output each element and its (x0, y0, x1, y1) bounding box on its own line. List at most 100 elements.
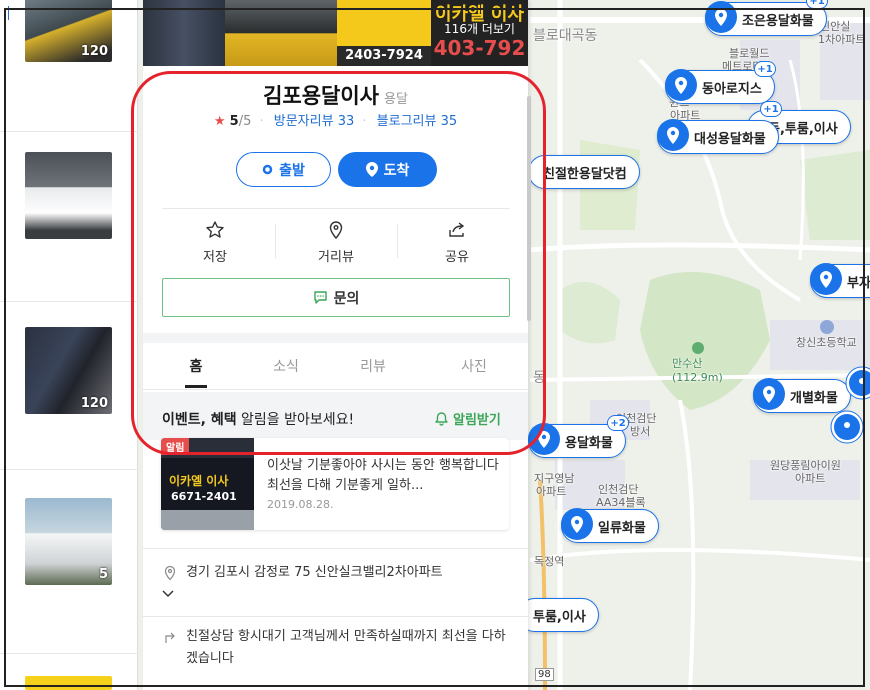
arrive-label: 도착 (383, 162, 410, 179)
visitor-review-link[interactable]: 방문자리뷰 33 (274, 114, 354, 129)
map-pin[interactable]: 부자 (810, 263, 870, 298)
map-pin[interactable]: 개별화물 (753, 378, 851, 413)
bell-icon (435, 412, 448, 426)
news-date: 2019.08.28. (267, 498, 334, 511)
divider (162, 208, 510, 209)
tab-news[interactable]: 소식 (241, 356, 331, 376)
list-item[interactable] (0, 132, 138, 302)
map-pin-label: 대성용달화물 (694, 131, 766, 147)
depart-label: 출발 (279, 162, 305, 179)
list-item[interactable]: 120 (0, 0, 138, 132)
divider (143, 548, 528, 549)
address-row[interactable]: 경기 김포시 감정로 75 신안실크밸리2차아파트 (162, 562, 506, 606)
location-pin-icon (753, 378, 785, 410)
location-pin-icon (705, 1, 737, 33)
description-row: 친절상담 항시대기 고객님께서 만족하실때까지 최선을 다하겠습니다 (162, 626, 506, 670)
tab-reviews[interactable]: 리뷰 (328, 356, 418, 376)
map-pin[interactable]: 조은용달화물 +1 (705, 0, 828, 36)
section-gap (143, 333, 528, 343)
location-pin-icon[interactable] (845, 366, 870, 404)
location-pin-icon (665, 69, 697, 101)
location-outline-icon (329, 221, 343, 240)
news-card[interactable]: 이카엘 이사 6671-2401 알림 이삿날 기분좋아야 사시는 동안 행복합… (161, 438, 509, 530)
map-pin[interactable]: 친절한용달닷컴 (528, 155, 640, 189)
address-text: 경기 김포시 감정로 75 신안실크밸리2차아파트 (186, 565, 443, 580)
alert-text-bold: 이벤트, 혜택 (162, 412, 237, 428)
subscribe-alert-label: 알림받기 (453, 413, 501, 428)
map-label-office: 방서 (630, 425, 651, 438)
location-pin-icon (657, 119, 689, 151)
list-item-thumbnail[interactable]: 120 (25, 0, 112, 62)
tab-photos[interactable]: 사진 (429, 356, 519, 376)
list-item-thumbnail[interactable]: 120 (25, 327, 112, 414)
location-pin-icon[interactable] (830, 410, 864, 448)
list-item-thumbnail[interactable] (25, 676, 112, 690)
photo-phone: 2403-7924 (337, 46, 431, 66)
list-item[interactable] (0, 654, 138, 690)
street-view-button[interactable]: 거리뷰 (286, 220, 386, 265)
blog-review-link[interactable]: 블로그리뷰 35 (377, 114, 457, 129)
truck-phone: 6671-2401 (171, 490, 237, 503)
separator-dot: · (259, 114, 264, 129)
panel-scrollbar[interactable] (527, 96, 531, 321)
save-button[interactable]: 저장 (165, 220, 265, 265)
location-pin-icon (528, 423, 560, 455)
star-outline-icon (206, 221, 224, 238)
photo[interactable]: 2403-7924 (337, 0, 431, 66)
share-button[interactable]: 공유 (407, 220, 507, 265)
map-label-office: AA34블록 (596, 496, 646, 509)
arrive-button[interactable]: 도착 (338, 152, 437, 187)
photo-count: 120 (80, 396, 108, 411)
chevron-down-icon[interactable] (162, 590, 174, 598)
map-pin[interactable]: 일류화물 (561, 508, 659, 543)
photo-count: 120 (80, 44, 108, 59)
photo-strip[interactable]: 2403-7924 이카엘 이사 116개 더보기 403-792 (143, 0, 528, 66)
place-detail-panel: 2403-7924 이카엘 이사 116개 더보기 403-792 김포용달이사… (143, 0, 531, 690)
alert-text: 이벤트, 혜택 알림을 받아보세요! (162, 409, 354, 429)
photo-count: 5 (98, 567, 108, 582)
circle-icon (262, 164, 273, 175)
inquiry-label: 문의 (333, 290, 360, 307)
map-pin-count: +2 (607, 415, 629, 431)
map-pin-label: 투룸,이사 (533, 609, 586, 625)
photo[interactable] (225, 0, 337, 66)
list-item-thumbnail[interactable] (25, 152, 112, 239)
map-pin[interactable]: 대성용달화물 (657, 119, 779, 154)
map-label-dong: 동 (533, 370, 546, 386)
map-label-apt: 1차아파트 (818, 33, 866, 46)
map-pin[interactable]: 용달화물 +2 (528, 415, 629, 458)
mountain-icon (692, 342, 704, 354)
map-pin-label: 용달화물 (565, 435, 613, 451)
list-item[interactable]: 5 (0, 470, 138, 654)
list-item-thumbnail[interactable]: 5 (25, 498, 112, 585)
photo-more[interactable]: 이카엘 이사 116개 더보기 403-792 (431, 0, 528, 66)
divider (397, 224, 398, 258)
map-pin-count: +1 (760, 101, 782, 117)
map-label-apt: 원당풍림아이원 (770, 459, 841, 472)
map-pin[interactable]: 동아로지스 +1 (665, 61, 776, 104)
chat-bubble-icon (313, 291, 327, 304)
truck-brand: 이카엘 이사 (169, 474, 229, 488)
depart-button[interactable]: 출발 (236, 152, 331, 187)
location-outline-icon (164, 565, 176, 581)
direction-arrow-icon (165, 632, 175, 643)
star-icon: ★ (213, 114, 226, 129)
alert-text-rest: 알림을 받아보세요! (236, 412, 355, 428)
active-tab-indicator (185, 385, 207, 388)
list-item[interactable]: 120 (0, 302, 138, 470)
map-pin[interactable]: 투룸,이사 (518, 598, 599, 632)
location-pin-icon (561, 508, 593, 540)
map-pin-count: +1 (754, 61, 776, 77)
map-pin-label: 동아로지스 (702, 81, 762, 97)
location-pin-icon (810, 263, 842, 295)
map-label-station: 독정역 (534, 555, 565, 568)
map-label-apt: 블로월드 (729, 47, 770, 60)
place-name: 김포용달이사 (263, 84, 379, 108)
news-text: 이삿날 기분좋아야 사시는 동안 행복합니다 최선을 다해 기분좋게 일하... (267, 458, 499, 493)
photo-phone: 403-792 (433, 36, 526, 60)
photo[interactable] (143, 0, 225, 66)
map-label-mountain-height: (112.9m) (672, 371, 723, 384)
tab-home[interactable]: 홈 (151, 356, 241, 376)
subscribe-alert-button[interactable]: 알림받기 (434, 409, 501, 428)
inquiry-button[interactable]: 문의 (162, 278, 510, 317)
